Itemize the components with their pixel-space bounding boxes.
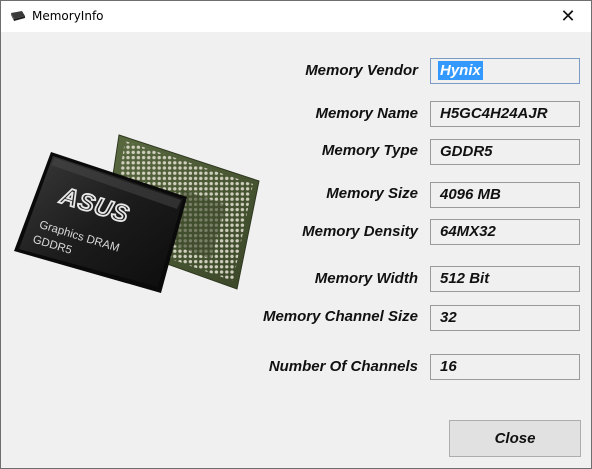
label-memory-name: Memory Name [315,105,418,122]
field-memory-width[interactable]: 512 Bit [430,266,580,292]
label-memory-density: Memory Density [302,223,418,240]
label-memory-vendor: Memory Vendor [305,62,418,79]
window-close-button[interactable]: ✕ [545,1,591,32]
field-memory-vendor[interactable]: Hynix [430,58,580,84]
label-memory-type: Memory Type [321,142,418,159]
field-memory-size[interactable]: 4096 MB [430,182,580,208]
field-memory-channel-size[interactable]: 32 [430,305,580,331]
field-memory-density[interactable]: 64MX32 [430,219,580,245]
close-icon: ✕ [560,6,576,26]
window-title: MemoryInfo [32,9,104,23]
close-button[interactable]: Close [449,420,581,457]
field-number-of-channels[interactable]: 16 [430,354,580,380]
value-memory-vendor: Hynix [438,61,483,80]
memoryinfo-window: MemoryInfo ✕ ASUS Graphics DRAM GDDR5 Me… [0,0,592,469]
label-number-of-channels: Number Of Channels [268,358,418,375]
app-icon [11,11,25,21]
title-bar: MemoryInfo ✕ [1,1,591,32]
label-memory-width: Memory Width [314,270,418,287]
field-memory-type[interactable]: GDDR5 [430,139,580,165]
label-memory-channel-size: Memory Channel Size [262,308,418,325]
field-memory-name[interactable]: H5GC4H24AJR [430,101,580,127]
label-memory-size: Memory Size [326,185,418,202]
